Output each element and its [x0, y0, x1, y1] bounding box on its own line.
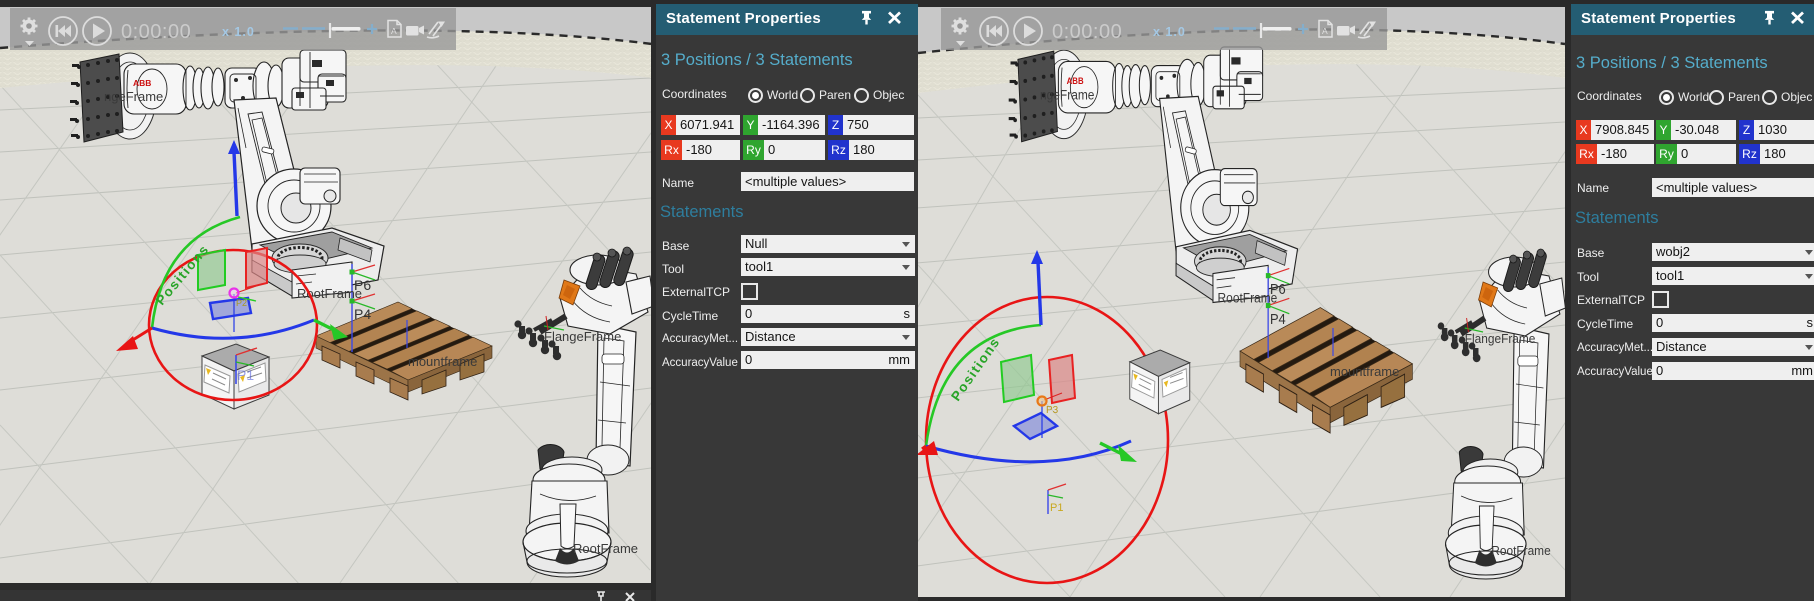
svg-text:P2: P2 — [236, 298, 247, 308]
svg-text:P1: P1 — [237, 367, 254, 383]
svg-text:mountframe: mountframe — [1330, 364, 1399, 379]
svg-text:mountframe: mountframe — [408, 354, 477, 369]
svg-text:P3: P3 — [1046, 405, 1059, 416]
svg-text:P1: P1 — [1050, 502, 1063, 514]
